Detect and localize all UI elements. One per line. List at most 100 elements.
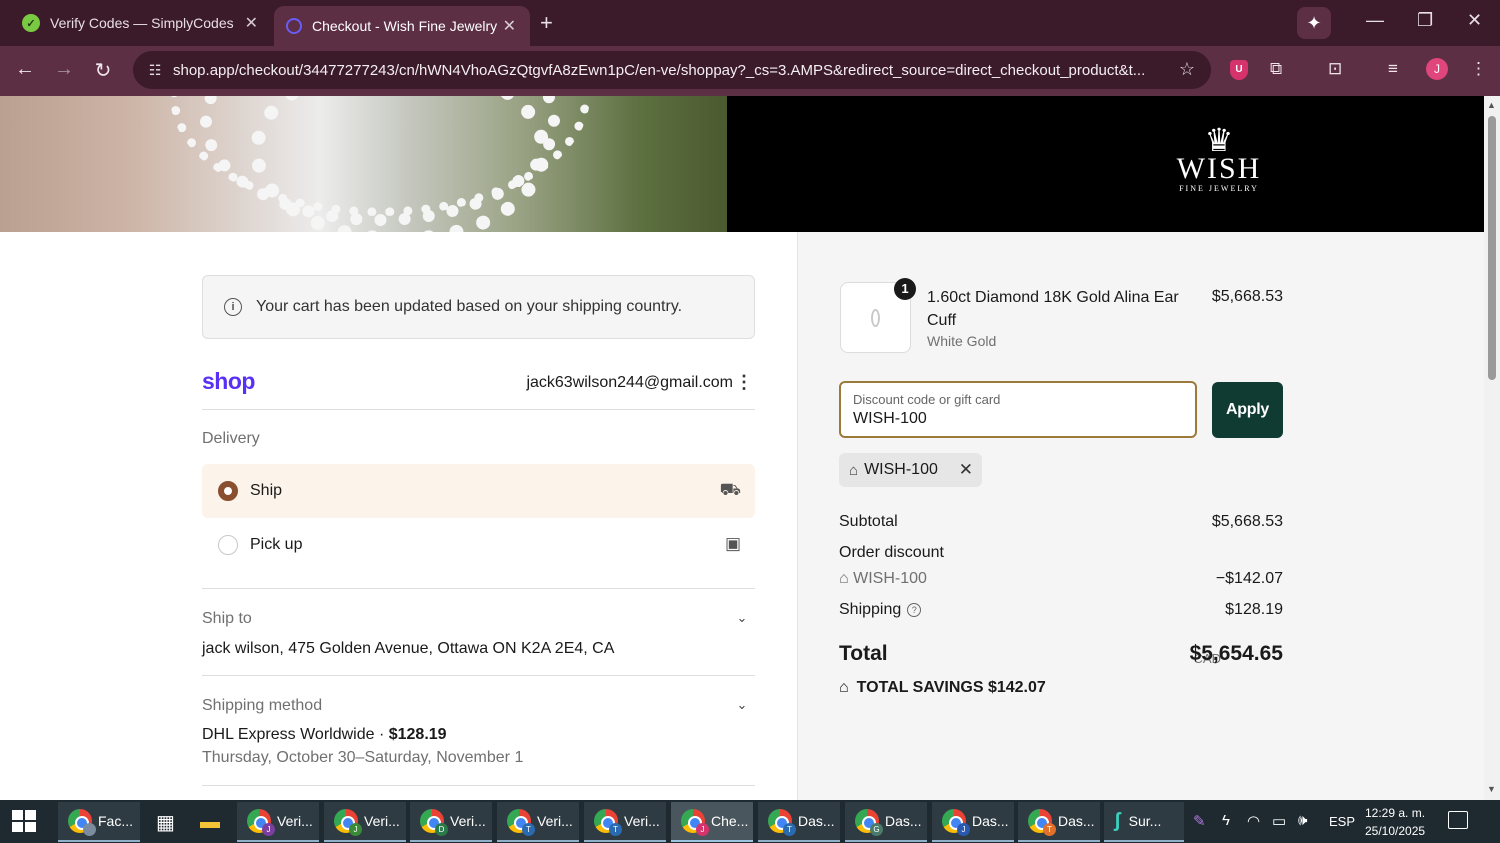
- gemini-sparkle-icon[interactable]: ✦: [1297, 7, 1331, 39]
- reload-icon[interactable]: ↻: [90, 58, 116, 83]
- ship-to-label: Ship to: [202, 610, 252, 627]
- taskbar-app-label: Das...: [972, 813, 1009, 829]
- taskbar-app-chrome[interactable]: T Veri...: [497, 802, 579, 842]
- windows-start-icon[interactable]: [12, 810, 38, 834]
- close-tab-icon[interactable]: ✕: [503, 16, 516, 36]
- close-window-icon[interactable]: ✕: [1467, 10, 1482, 31]
- chrome-icon: J: [247, 809, 275, 836]
- taskbar-app-chrome[interactable]: T Das...: [758, 802, 840, 842]
- taskbar-app-chrome[interactable]: D Veri...: [410, 802, 492, 842]
- quantity-badge: 1: [894, 278, 916, 300]
- delivery-option-pickup[interactable]: Pick up ▣: [202, 518, 755, 572]
- taskbar-app-label: Das...: [798, 813, 835, 829]
- extensions-puzzle-icon[interactable]: ⧉: [1270, 59, 1282, 79]
- info-icon: i: [224, 298, 242, 316]
- taskbar-app-chrome[interactable]: J Veri...: [237, 802, 319, 842]
- ublock-extension-icon[interactable]: U: [1230, 60, 1248, 80]
- taskbar-app-chrome[interactable]: J Das...: [932, 802, 1014, 842]
- shipping-method-name: DHL Express Worldwide ·: [202, 726, 389, 743]
- taskbar-app-label: Veri...: [364, 813, 400, 829]
- logo-main-text: WISH: [1176, 152, 1262, 185]
- calculator-icon: ▦: [156, 811, 175, 834]
- chevron-down-icon[interactable]: ⌄: [732, 695, 752, 715]
- chrome-icon: T: [768, 809, 796, 836]
- help-circle-icon[interactable]: ?: [907, 603, 922, 617]
- taskbar-app-label: Veri...: [277, 813, 313, 829]
- surfshark-icon: ʃ: [1114, 809, 1121, 832]
- new-tab-icon[interactable]: +: [540, 10, 553, 36]
- shop-account-row: shop jack63wilson244@gmail.com ⋮: [202, 366, 755, 410]
- taskbar-app-chrome[interactable]: G Das...: [845, 802, 927, 842]
- taskbar-app-label: Fac...: [98, 813, 134, 829]
- minimize-icon[interactable]: —: [1366, 10, 1384, 31]
- subtotal-value: $5,668.53: [1211, 513, 1283, 530]
- taskbar-app-label: Sur...: [1128, 813, 1162, 829]
- wifi-icon[interactable]: ◠: [1247, 812, 1260, 830]
- remove-code-icon[interactable]: ✕: [959, 460, 973, 480]
- divider: [202, 588, 755, 589]
- address-bar[interactable]: ☷ shop.app/checkout/34477277243/cn/hWN4V…: [133, 51, 1211, 89]
- taskbar-app-chrome[interactable]: T Das...: [1018, 802, 1100, 842]
- chrome-icon: G: [855, 809, 883, 836]
- battery-icon[interactable]: ▭: [1272, 812, 1286, 830]
- discount-code-input[interactable]: Discount code or gift card WISH-100: [839, 381, 1197, 438]
- delivery-label: Delivery: [202, 430, 260, 447]
- shipping-label: Shipping: [839, 601, 902, 618]
- delivery-option-ship[interactable]: Ship ⛟: [202, 464, 755, 518]
- pen-tray-icon[interactable]: ✎: [1193, 812, 1206, 830]
- clock-time: 12:29 a. m.: [1365, 806, 1426, 820]
- url-text[interactable]: shop.app/checkout/34477277243/cn/hWN4Vho…: [173, 62, 1163, 79]
- chrome-icon: T: [1028, 809, 1056, 836]
- back-arrow-icon[interactable]: ←: [12, 58, 38, 81]
- divider: [202, 785, 755, 786]
- notification-center-icon[interactable]: [1448, 811, 1468, 829]
- taskbar-file-explorer[interactable]: ▬: [190, 802, 232, 842]
- taskbar-app-surfshark[interactable]: ʃ Sur...: [1104, 802, 1184, 842]
- pickup-radio[interactable]: [218, 535, 238, 555]
- bookmark-star-icon[interactable]: ☆: [1179, 59, 1195, 80]
- tab-checkout[interactable]: Checkout - Wish Fine Jewelry ✕: [274, 6, 530, 46]
- ear-cuff-image: [871, 309, 880, 327]
- option-label: Pick up: [250, 536, 303, 553]
- forward-arrow-icon[interactable]: →: [51, 58, 77, 81]
- page-scrollbar[interactable]: ▲ ▼: [1484, 96, 1500, 800]
- chrome-icon: T: [594, 809, 622, 836]
- system-clock[interactable]: 12:29 a. m. 25/10/2025: [1365, 804, 1425, 840]
- product-variant: White Gold: [927, 333, 997, 349]
- tab-search-icon[interactable]: ⊡: [1328, 59, 1342, 79]
- profile-avatar[interactable]: J: [1426, 58, 1448, 80]
- delivery-options: Ship ⛟ Pick up ▣: [202, 464, 755, 572]
- total-value: $5,654.65: [1189, 642, 1283, 665]
- ship-radio[interactable]: [218, 481, 238, 501]
- cart-updated-notice: i Your cart has been updated based on yo…: [202, 275, 755, 339]
- taskbar-calculator[interactable]: ▦: [146, 802, 184, 842]
- scroll-down-icon[interactable]: ▼: [1487, 784, 1496, 794]
- taskbar-app-chrome[interactable]: Fac...: [58, 802, 140, 842]
- chrome-icon: T: [507, 809, 535, 836]
- tab-title: Verify Codes — SimplyCodes: [50, 15, 234, 31]
- ship-to-address: jack wilson, 475 Golden Avenue, Ottawa O…: [202, 640, 615, 657]
- taskbar-app-label: Das...: [1058, 813, 1095, 829]
- restore-icon[interactable]: ❐: [1417, 10, 1433, 31]
- savings-label: TOTAL SAVINGS: [856, 679, 984, 696]
- taskbar-app-chrome[interactable]: T Veri...: [584, 802, 666, 842]
- apply-discount-button[interactable]: Apply: [1212, 382, 1283, 438]
- site-settings-icon[interactable]: ☷: [137, 62, 173, 79]
- shop-pay-logo: shop: [202, 368, 255, 394]
- media-queue-icon[interactable]: ≡: [1388, 59, 1398, 79]
- scrollbar-thumb[interactable]: [1488, 116, 1496, 380]
- taskbar-app-chrome-active[interactable]: J Che...: [671, 802, 753, 842]
- close-tab-icon[interactable]: ✕: [245, 13, 258, 33]
- scroll-up-icon[interactable]: ▲: [1487, 100, 1496, 110]
- notice-text: Your cart has been updated based on your…: [256, 298, 683, 315]
- input-language[interactable]: ESP: [1329, 814, 1355, 829]
- discount-field-value[interactable]: WISH-100: [853, 410, 927, 428]
- tab-simplycodes[interactable]: ✓ Verify Codes — SimplyCodes ✕: [10, 6, 272, 40]
- chevron-down-icon[interactable]: ⌄: [732, 608, 752, 628]
- tray-app-icon[interactable]: ϟ: [1222, 812, 1230, 829]
- account-menu-icon[interactable]: ⋮: [735, 372, 753, 393]
- menu-kebab-icon[interactable]: ⋮: [1470, 59, 1487, 79]
- volume-icon[interactable]: 🕪: [1298, 812, 1307, 829]
- store-banner: ♛ WISH FINE JEWELRY: [0, 96, 1484, 232]
- taskbar-app-chrome[interactable]: J Veri...: [324, 802, 406, 842]
